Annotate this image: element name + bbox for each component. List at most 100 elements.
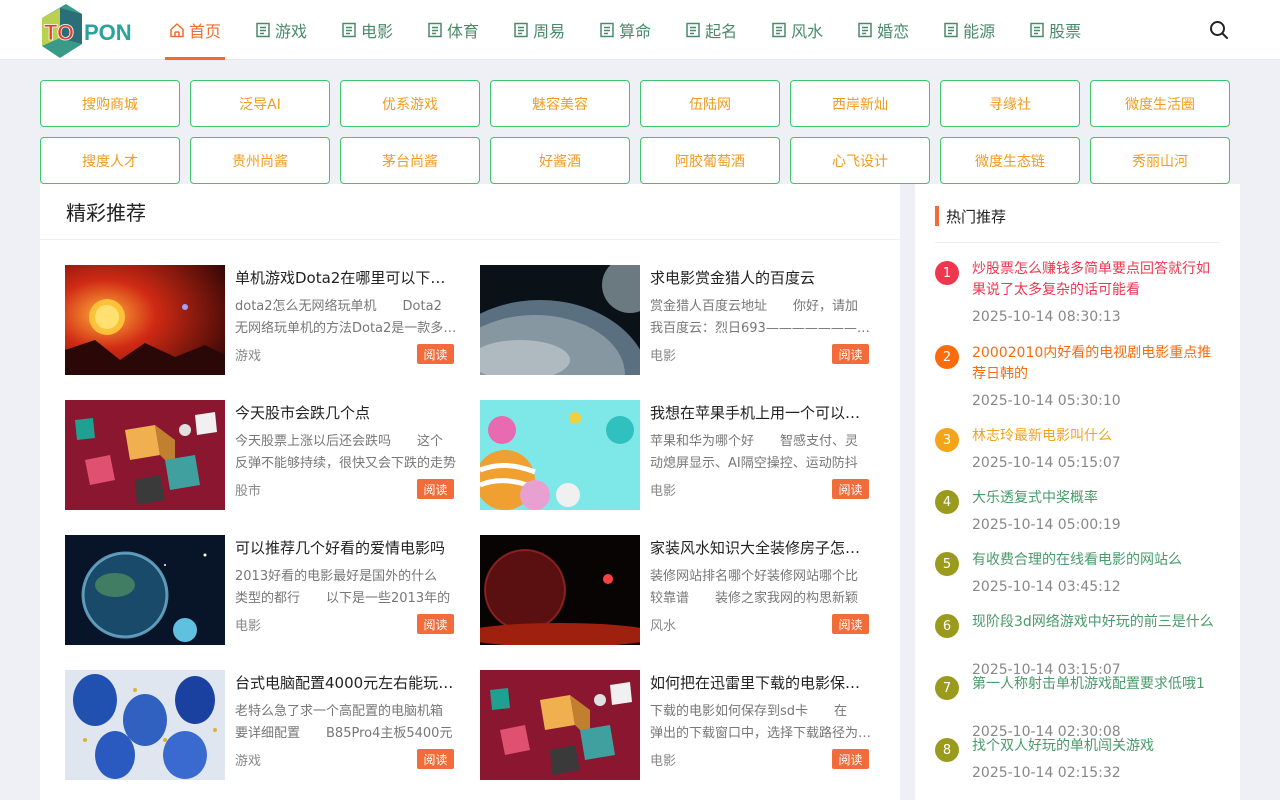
article-title[interactable]: 今天股市会跌几个点 [235,402,460,423]
nav-label: 算命 [619,22,652,41]
partner-link[interactable]: 好酱酒 [490,137,630,184]
article-excerpt: 装修网站排名哪个好装修网站哪个比 较靠谱 装修之家我网的构思新颖 [650,566,875,610]
article-category[interactable]: 游戏 [235,750,261,769]
read-button[interactable]: 阅读 [417,479,454,499]
article-category[interactable]: 游戏 [235,345,261,364]
article-card: 家装风水知识大全装修房子怎么看风水装修网站排名哪个好装修网站哪个比较靠谱 装修之… [480,535,875,645]
hot-item-title[interactable]: 找个双人好玩的单机闯关游戏 [972,736,1222,757]
article-title[interactable]: 家装风水知识大全装修房子怎么看风水 [650,537,875,558]
article-category[interactable]: 电影 [235,615,261,634]
nav-label: 能源 [963,22,996,41]
rank-badge: 6 [935,614,959,638]
document-icon [1029,22,1045,38]
hot-item-title[interactable]: 现阶段3d网络游戏中好玩的前三是什么 [972,612,1222,633]
article-thumbnail[interactable] [480,670,640,780]
article-category[interactable]: 电影 [650,345,676,364]
partner-link[interactable]: 伍陆网 [640,80,780,127]
home-icon [169,22,185,38]
svg-text:PON: PON [84,20,132,45]
nav-item-0[interactable]: 首页 [165,0,226,60]
partner-link[interactable]: 搜度人才 [40,137,180,184]
hot-item-title[interactable]: 林志玲最新电影叫什么 [972,426,1222,447]
nav-item-9[interactable]: 能源 [939,0,999,60]
read-button[interactable]: 阅读 [832,479,869,499]
article-thumbnail[interactable] [480,265,640,375]
article-category[interactable]: 电影 [650,750,676,769]
main-nav: 首页 游戏 电影 体育 周易 算命 起名 风水 婚恋 能源 股票 [165,0,1111,60]
hot-item-title[interactable]: 第一人称射击单机游戏配置要求低哦1 [972,674,1222,695]
nav-item-2[interactable]: 电影 [337,0,397,60]
document-icon [513,22,529,38]
partner-link[interactable]: 微度生态链 [940,137,1080,184]
article-thumbnail[interactable] [480,535,640,645]
article-title[interactable]: 求电影赏金猎人的百度云 [650,267,875,288]
article-card: 今天股市会跌几个点 今天股票上涨以后还会跌吗 这个 反弹不能够持续，很快又会下跌的走… [65,400,460,510]
article-title[interactable]: 可以推荐几个好看的爱情电影吗 [235,537,460,558]
hot-item-title[interactable]: 有收费合理的在线看电影的网站么 [972,550,1222,571]
hot-item-time: 2025-10-14 08:30:13 [972,309,1121,325]
article-excerpt: 下载的电影如何保存到sd卡 在弹出的下载窗口中，选择下载路径为sd卡 [650,701,875,745]
article-card: 单机游戏Dota2在哪里可以下载？ dota2怎么无网络玩单机 Dota2 无网络玩… [65,265,460,375]
partner-link[interactable]: 茅台尚酱 [340,137,480,184]
search-icon[interactable] [1207,18,1231,42]
nav-label: 游戏 [275,22,308,41]
partner-link[interactable]: 秀丽山河 [1090,137,1230,184]
excerpt-line: 动熄屏显示、AI隔空操控、运动防抖 [650,456,858,471]
site-header: TO PON 首页 游戏 电影 体育 周易 算命 起名 风水 婚恋 能源 股票 [0,0,1280,60]
nav-item-3[interactable]: 体育 [423,0,483,60]
partner-link[interactable]: 泛导AI [190,80,330,127]
partner-link[interactable]: 魅容美容 [490,80,630,127]
nav-item-1[interactable]: 游戏 [251,0,311,60]
partner-link[interactable]: 西岸新灿 [790,80,930,127]
article-title[interactable]: 单机游戏Dota2在哪里可以下载？ [235,267,460,288]
hot-item-title[interactable]: 20002010内好看的电视剧电影重点推荐日韩的 [972,343,1222,385]
article-category[interactable]: 股市 [235,480,261,499]
article-category[interactable]: 电影 [650,480,676,499]
excerpt-line: 老特么急了求一个高配置的电脑机箱 [235,704,444,719]
read-button[interactable]: 阅读 [832,614,869,634]
nav-item-4[interactable]: 周易 [509,0,569,60]
article-thumbnail[interactable] [65,265,225,375]
article-thumbnail[interactable] [65,670,225,780]
nav-item-7[interactable]: 风水 [767,0,827,60]
article-thumbnail[interactable] [65,400,225,510]
partner-link[interactable]: 微度生活圈 [1090,80,1230,127]
nav-label: 周易 [533,22,566,41]
nav-item-8[interactable]: 婚恋 [853,0,913,60]
read-button[interactable]: 阅读 [417,749,454,769]
nav-item-10[interactable]: 股票 [1025,0,1085,60]
nav-item-5[interactable]: 算命 [595,0,655,60]
article-thumbnail[interactable] [480,400,640,510]
hot-item-title[interactable]: 炒股票怎么赚钱多简单要点回答就行如果说了太多复杂的话可能看 [972,259,1222,301]
read-button[interactable]: 阅读 [832,749,869,769]
article-category[interactable]: 风水 [650,615,676,634]
article-title[interactable]: 台式电脑配置4000元左右能玩什么游戏 [235,672,460,693]
excerpt-line: 我百度云：烈日693—————————— [650,321,875,336]
svg-text:TO: TO [44,20,74,45]
partner-link[interactable]: 阿胶葡萄酒 [640,137,780,184]
partner-link[interactable]: 心飞设计 [790,137,930,184]
topon-logo[interactable]: TO PON [40,0,136,60]
article-excerpt: 赏金猎人百度云地址 你好，请加 我百度云：烈日693—————————— [650,296,875,340]
read-button[interactable]: 阅读 [832,344,869,364]
article-card: 如何把在迅雷里下载的电影保存到sd卡下载的电影如何保存到sd卡 在弹出的下载窗口… [480,670,875,780]
read-button[interactable]: 阅读 [417,344,454,364]
partner-link[interactable]: 优系游戏 [340,80,480,127]
article-title[interactable]: 我想在苹果手机上用一个可以看电影的软件 [650,402,875,423]
article-card: 台式电脑配置4000元左右能玩什么游戏老特么急了求一个高配置的电脑机箱要详细配置… [65,670,460,780]
read-button[interactable]: 阅读 [417,614,454,634]
article-thumbnail[interactable] [65,535,225,645]
excerpt-line: 今天股票上涨以后还会跌吗 这个 [235,434,444,449]
nav-label: 首页 [189,22,222,41]
hot-sidebar: 热门推荐 1 炒股票怎么赚钱多简单要点回答就行如果说了太多复杂的话可能看 2025-… [915,184,1240,800]
nav-item-6[interactable]: 起名 [681,0,741,60]
excerpt-line: 装修网站排名哪个好装修网站哪个比 [650,569,859,584]
partner-link[interactable]: 搜购商城 [40,80,180,127]
document-icon [771,22,787,38]
hot-item-title[interactable]: 大乐透复式中奖概率 [972,488,1222,509]
partner-link[interactable]: 贵州尚酱 [190,137,330,184]
article-title[interactable]: 如何把在迅雷里下载的电影保存到sd卡 [650,672,875,693]
article-excerpt: dota2怎么无网络玩单机 Dota2 无网络玩单机的方法Dota2是一款多人在线 [235,296,460,340]
document-icon [599,22,615,38]
partner-link[interactable]: 寻缘社 [940,80,1080,127]
